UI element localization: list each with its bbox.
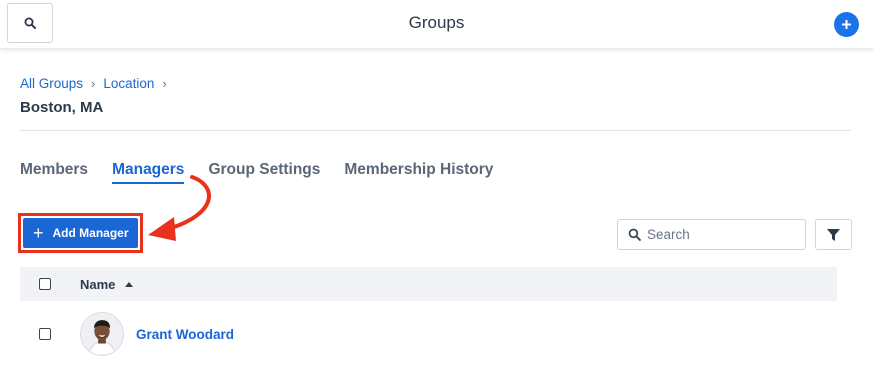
tab-members[interactable]: Members	[20, 161, 88, 184]
table-row: Grant Woodard	[20, 310, 837, 358]
breadcrumb-separator: ›	[91, 76, 96, 91]
column-header-label: Name	[80, 276, 116, 292]
search-input[interactable]	[647, 227, 797, 242]
tab-membership-history[interactable]: Membership History	[344, 161, 493, 184]
page-title: Groups	[408, 13, 465, 32]
add-manager-highlight: + Add Manager	[18, 213, 143, 253]
divider	[20, 130, 851, 131]
tab-bar: Members Managers Group Settings Membersh…	[20, 161, 517, 184]
breadcrumb-all-groups[interactable]: All Groups	[20, 76, 83, 91]
breadcrumb-separator: ›	[162, 76, 167, 91]
group-name: Boston, MA	[20, 99, 104, 116]
avatar	[80, 312, 124, 356]
search-icon	[628, 228, 641, 241]
annotation-arrow-icon	[148, 175, 211, 241]
filter-button[interactable]	[815, 219, 852, 250]
plus-circle-icon	[842, 20, 851, 29]
add-group-button[interactable]	[834, 12, 859, 37]
sort-ascending-icon	[125, 281, 134, 287]
column-header-name[interactable]: Name	[80, 276, 134, 292]
add-manager-label: Add Manager	[52, 226, 129, 240]
filter-icon	[827, 228, 840, 241]
add-manager-button[interactable]: + Add Manager	[23, 218, 138, 248]
row-checkbox[interactable]	[39, 328, 51, 340]
top-bar: Groups	[0, 0, 873, 49]
table-header: Name	[20, 267, 837, 301]
person-avatar-icon	[81, 313, 123, 355]
member-name-link[interactable]: Grant Woodard	[136, 327, 234, 342]
breadcrumb: All Groups › Location ›	[20, 76, 175, 91]
breadcrumb-location[interactable]: Location	[103, 76, 154, 91]
select-all-checkbox[interactable]	[39, 278, 51, 290]
plus-icon: +	[33, 223, 44, 243]
search-field[interactable]	[617, 219, 806, 250]
